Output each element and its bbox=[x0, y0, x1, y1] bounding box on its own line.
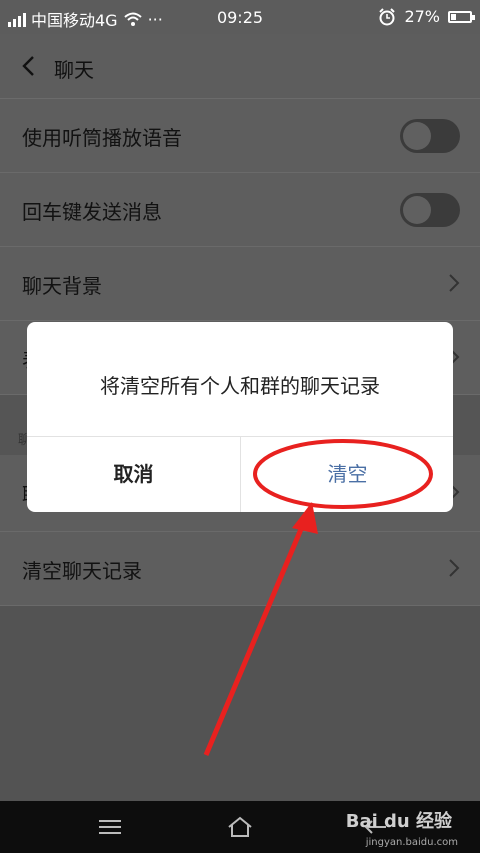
annotation-arrow-shaft bbox=[203, 521, 307, 756]
highlight-ellipse bbox=[253, 439, 433, 509]
annotation-overlay bbox=[203, 439, 433, 756]
